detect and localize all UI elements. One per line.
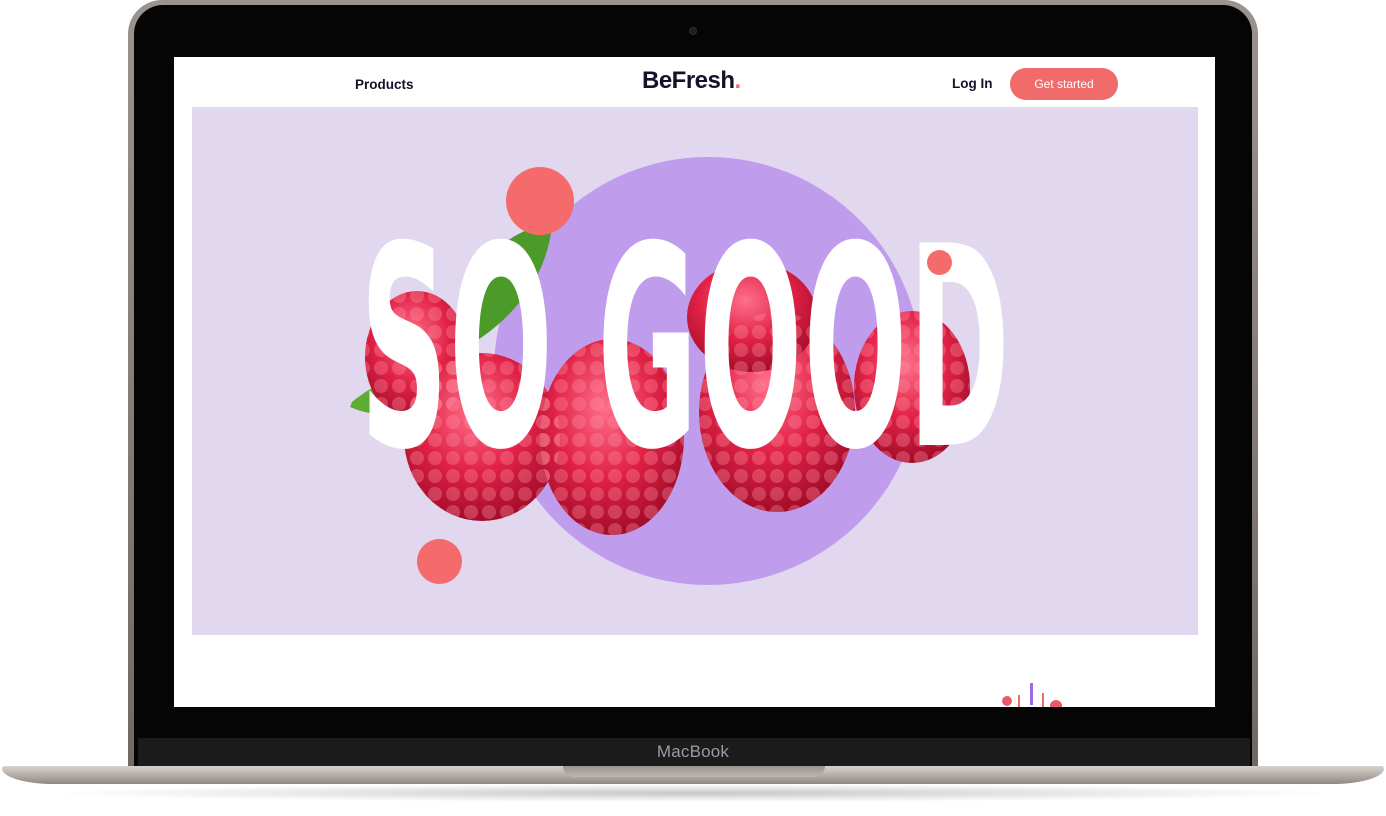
accent-dot <box>506 167 574 235</box>
laptop-hinge-notch <box>563 766 825 777</box>
login-link[interactable]: Log In <box>952 76 993 91</box>
get-started-button[interactable]: Get started <box>1010 68 1118 100</box>
nav-products-link[interactable]: Products <box>355 77 414 92</box>
accent-dot <box>927 250 952 275</box>
decorative-graphic <box>1002 683 1062 707</box>
hero-headline: SO GOOD <box>360 187 1011 511</box>
site-logo[interactable]: BeFresh. <box>642 67 741 95</box>
laptop-shadow <box>40 784 1346 802</box>
device-brand-label: MacBook <box>656 742 730 761</box>
accent-dot <box>417 539 462 584</box>
hero-banner: SO GOOD <box>192 107 1198 635</box>
camera-icon <box>689 27 697 35</box>
website-screen: Products BeFresh. Log In Get started SO … <box>174 57 1215 707</box>
logo-text: BeFresh <box>642 67 735 94</box>
logo-dot: . <box>734 67 742 94</box>
